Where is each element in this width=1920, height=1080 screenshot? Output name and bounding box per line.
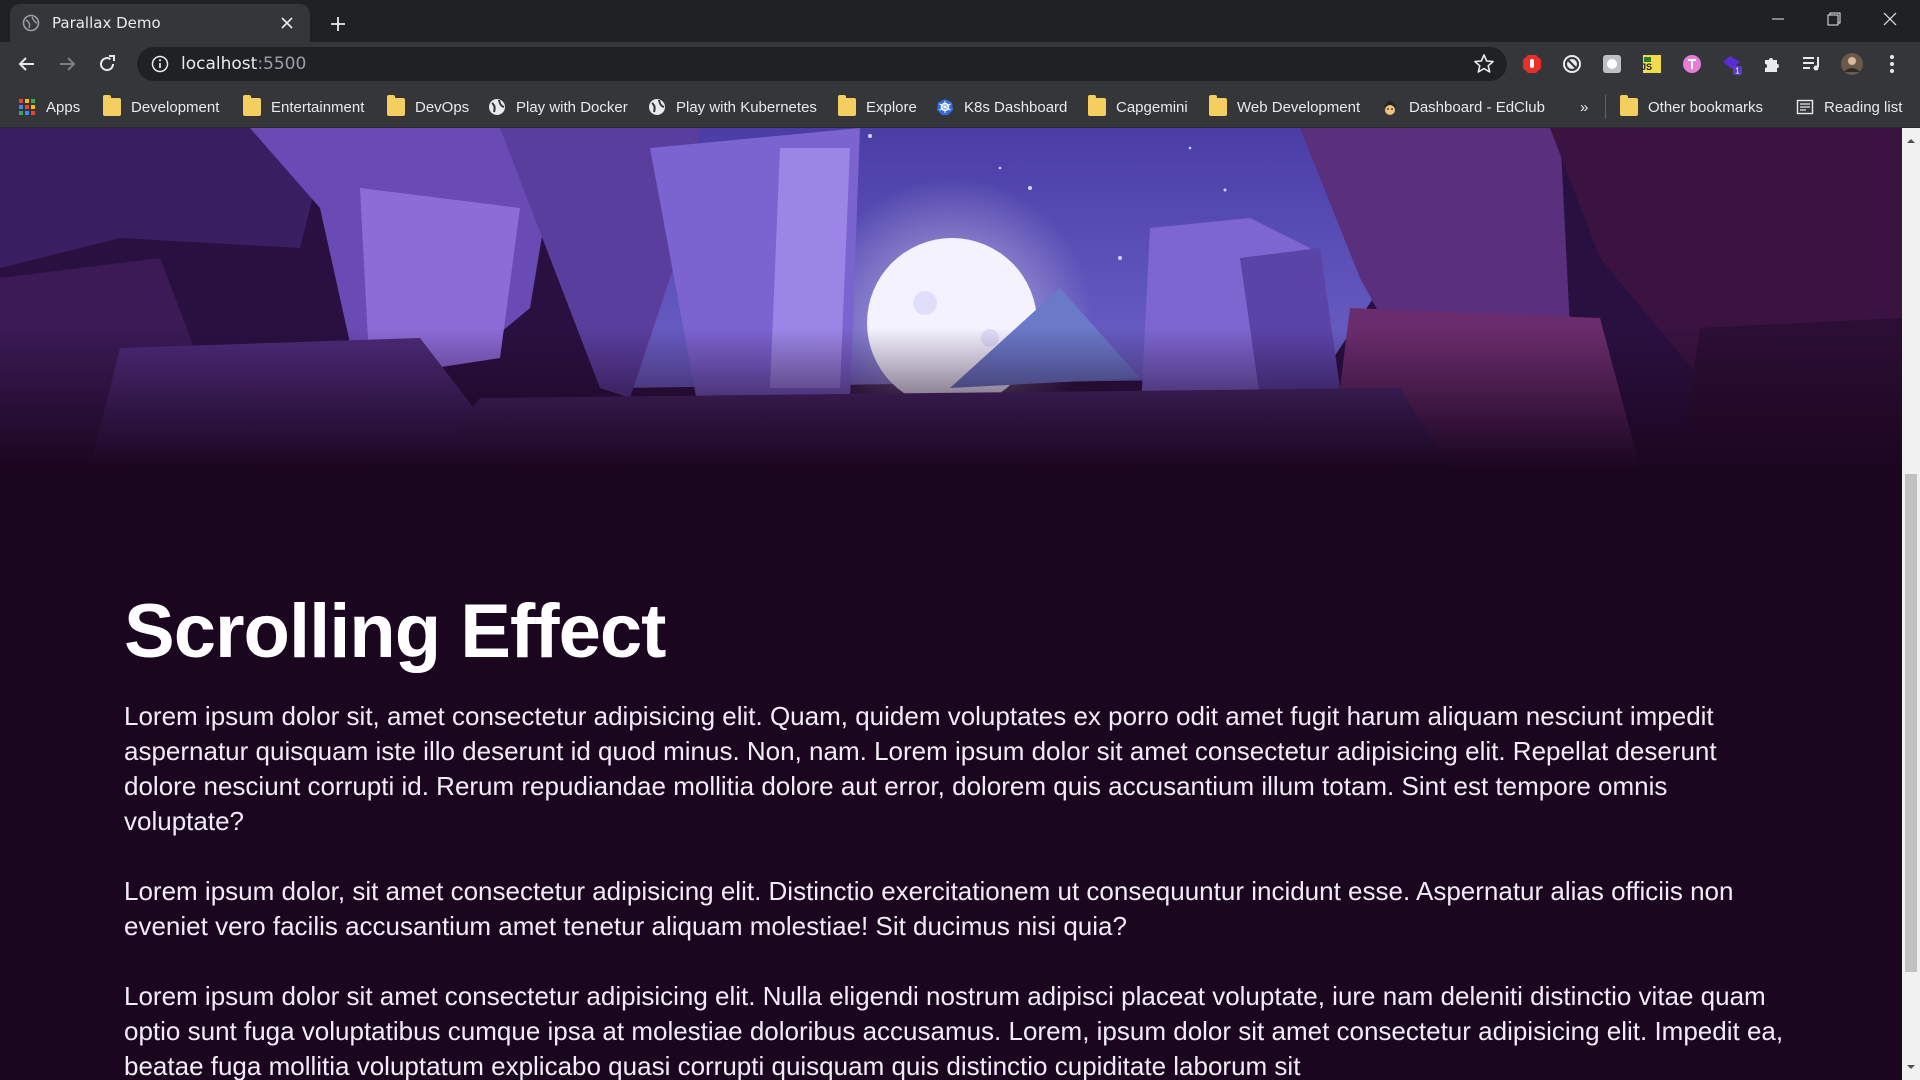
block-extension-icon[interactable]: [1560, 52, 1584, 76]
extensions-puzzle-icon[interactable]: [1760, 52, 1784, 76]
apps-grid-icon: [19, 99, 35, 115]
bookmark-entertainment[interactable]: Entertainment: [243, 94, 364, 120]
globe-icon: [489, 99, 505, 115]
tab-parallax-demo[interactable]: Parallax Demo: [10, 4, 310, 42]
bookmarks-bar: Apps Development Entertainment DevOps Pl…: [0, 86, 1920, 128]
globe-icon: [22, 14, 40, 32]
scroll-up-arrow-icon[interactable]: [1906, 136, 1916, 146]
tab-strip: Parallax Demo: [0, 0, 1920, 42]
purple-extension-icon[interactable]: 1: [1720, 52, 1744, 76]
bookmark-dashboard-edclub[interactable]: Dashboard - EdClub: [1381, 94, 1545, 120]
folder-icon: [1620, 95, 1638, 116]
folder-icon: [1209, 95, 1227, 116]
screenshot-extension-icon[interactable]: [1600, 52, 1624, 76]
bookmark-play-with-docker[interactable]: Play with Docker: [488, 94, 628, 120]
profile-avatar-icon[interactable]: [1840, 52, 1864, 76]
folder-icon: [1088, 95, 1106, 116]
globe-icon: [649, 99, 665, 115]
folder-icon: [838, 95, 856, 116]
bookmark-capgemini[interactable]: Capgemini: [1088, 94, 1188, 120]
folder-icon: [243, 95, 261, 116]
forward-icon[interactable]: [51, 48, 83, 80]
parallax-hero-illustration: [0, 128, 1902, 468]
edclub-icon: [1383, 100, 1397, 115]
bookmark-star-icon[interactable]: [1473, 53, 1495, 75]
scrollbar-thumb[interactable]: [1905, 474, 1917, 972]
folder-icon: [387, 95, 405, 116]
kubernetes-icon: [937, 99, 953, 115]
bookmark-web-development[interactable]: Web Development: [1209, 94, 1360, 120]
restore-window-icon[interactable]: [1806, 0, 1862, 38]
scroll-down-arrow-icon[interactable]: [1906, 1062, 1916, 1072]
menu-kebab-icon[interactable]: [1880, 52, 1904, 76]
adblock-extension-icon[interactable]: [1520, 52, 1544, 76]
reading-list-icon: [1796, 99, 1814, 115]
folder-icon: [103, 95, 121, 116]
page-title: Scrolling Effect: [124, 589, 666, 674]
close-tab-icon[interactable]: [276, 12, 298, 34]
close-window-icon[interactable]: [1862, 0, 1918, 38]
tab-title: Parallax Demo: [52, 14, 161, 32]
paragraph: Lorem ipsum dolor, sit amet consectetur …: [124, 876, 1734, 941]
url-text: localhost:5500: [181, 54, 307, 74]
bookmark-play-with-kubernetes[interactable]: Play with Kubernetes: [648, 94, 817, 120]
minimize-window-icon[interactable]: [1750, 0, 1806, 38]
bookmark-k8s-dashboard[interactable]: K8s Dashboard: [936, 94, 1067, 120]
media-queue-icon[interactable]: [1800, 52, 1824, 76]
paragraph: Lorem ipsum dolor sit, amet consectetur …: [124, 701, 1717, 836]
back-icon[interactable]: [11, 48, 43, 80]
javascript-extension-icon[interactable]: JS: [1640, 52, 1664, 76]
address-bar[interactable]: localhost:5500: [137, 47, 1507, 81]
page-viewport[interactable]: Scrolling Effect Lorem ipsum dolor sit, …: [0, 128, 1902, 1080]
reload-icon[interactable]: [91, 48, 123, 80]
svg-text:JS: JS: [1641, 62, 1652, 72]
reading-list-button[interactable]: Reading list: [1796, 94, 1902, 120]
bookmark-apps[interactable]: Apps: [18, 94, 80, 120]
svg-text:1: 1: [1735, 67, 1740, 76]
browser-toolbar: localhost:5500 JS 1: [0, 42, 1920, 86]
paragraph: Lorem ipsum dolor sit amet consectetur a…: [124, 981, 1784, 1080]
article: Scrolling Effect Lorem ipsum dolor sit, …: [124, 588, 1784, 1080]
toggl-extension-icon[interactable]: [1680, 52, 1704, 76]
bookmarks-divider: [1605, 95, 1606, 119]
site-info-icon[interactable]: [151, 55, 169, 73]
bookmark-other-bookmarks[interactable]: Other bookmarks: [1620, 94, 1763, 120]
vertical-scrollbar[interactable]: [1902, 128, 1920, 1080]
bookmark-explore[interactable]: Explore: [838, 94, 917, 120]
more-bookmarks-chevron-icon[interactable]: »: [1580, 94, 1588, 120]
new-tab-button[interactable]: [324, 10, 352, 38]
bookmark-development[interactable]: Development: [103, 94, 219, 120]
bookmark-devops[interactable]: DevOps: [387, 94, 469, 120]
